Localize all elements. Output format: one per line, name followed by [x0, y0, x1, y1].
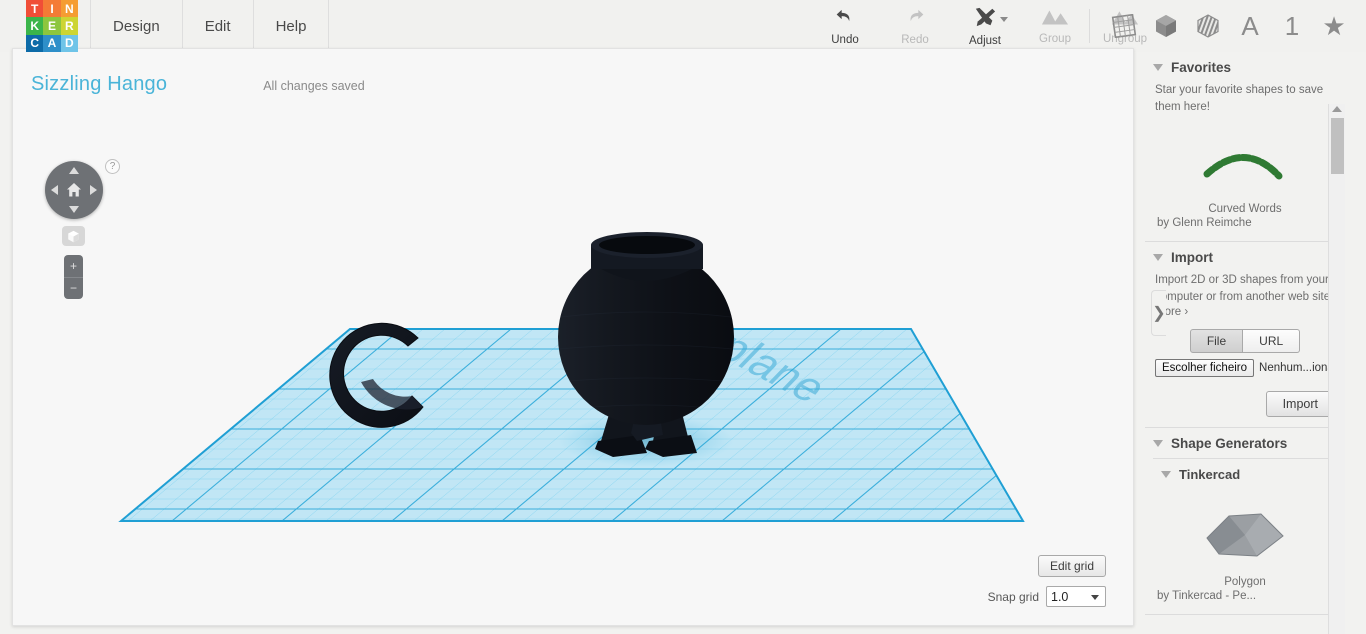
- tinkercad-logo[interactable]: TINKERCAD: [26, 0, 78, 52]
- shape-tools-group: A 1 ★: [1079, 0, 1352, 52]
- section-import-title: Import: [1171, 250, 1213, 266]
- section-import-body: Import 2D or 3D shapes from your compute…: [1145, 272, 1345, 426]
- choose-file-button[interactable]: Escolher ficheiro: [1155, 358, 1255, 377]
- tool-redo-label: Redo: [901, 33, 929, 46]
- main-menu: Design Edit Help: [90, 0, 330, 52]
- logo-tile-n: N: [60, 0, 78, 18]
- section-shape-generators-body: Polygon by Tinkercad - Pe...: [1145, 488, 1345, 614]
- solid-cube-icon[interactable]: [1148, 6, 1184, 46]
- number-one-icon[interactable]: 1: [1274, 6, 1310, 46]
- tool-adjust-button[interactable]: Adjust: [950, 0, 1020, 52]
- hole-cube-icon[interactable]: [1190, 6, 1226, 46]
- polygon-icon: [1206, 513, 1284, 557]
- caret-down-icon[interactable]: [1000, 17, 1008, 22]
- text-letter-a-icon[interactable]: A: [1232, 6, 1268, 46]
- menu-item-design[interactable]: Design: [90, 0, 183, 52]
- panel-collapse-handle[interactable]: ❯: [1151, 290, 1166, 336]
- redo-arrow-icon: [904, 7, 926, 32]
- section-import-header[interactable]: Import: [1145, 242, 1345, 272]
- grid-workplane-icon[interactable]: [1106, 6, 1142, 46]
- menu-item-help[interactable]: Help: [254, 0, 330, 52]
- favorites-shape-name: Curved Words: [1208, 203, 1282, 216]
- generator-shape-item[interactable]: Polygon by Tinkercad - Pe...: [1155, 488, 1335, 604]
- section-shape-generators-title: Shape Generators: [1171, 435, 1288, 451]
- generator-shape-author: by Tinkercad - Pe...: [1157, 589, 1257, 602]
- logo-tile-i: I: [43, 0, 61, 18]
- logo-tile-a: A: [43, 34, 61, 52]
- favorite-star-icon[interactable]: ★: [1316, 6, 1352, 46]
- shapes-panel-region: Favorites Star your favorite shapes to s…: [0, 52, 1345, 634]
- triangle-down-icon: [1153, 254, 1163, 262]
- menu-item-edit[interactable]: Edit: [183, 0, 254, 52]
- section-favorites-body: Star your favorite shapes to save them h…: [1145, 82, 1345, 241]
- logo-tile-e: E: [43, 17, 61, 35]
- file-picker-row: Escolher ficheiro Nenhum...ionado: [1155, 358, 1335, 377]
- triangle-down-icon: [1153, 439, 1163, 447]
- scroll-up-arrow-icon[interactable]: [1332, 106, 1342, 112]
- shapes-panel: Favorites Star your favorite shapes to s…: [1145, 52, 1345, 634]
- import-action-row: Import: [1155, 390, 1335, 417]
- triangle-down-icon: [1153, 64, 1163, 71]
- section-import: Import Import 2D or 3D shapes from your …: [1145, 242, 1345, 428]
- logo-tile-c: C: [26, 34, 44, 52]
- polygon-thumbnail[interactable]: [1155, 502, 1335, 564]
- section-shape-generators: Shape Generators Tinkercad Polygon by Ti…: [1145, 428, 1345, 615]
- undo-arrow-icon: [834, 7, 856, 32]
- panel-scrollbar[interactable]: [1328, 104, 1345, 634]
- section-favorites-header[interactable]: Favorites: [1145, 52, 1345, 82]
- tinkercad-app: TINKERCAD Design Edit Help Undo Redo Adjust G…: [0, 0, 1366, 634]
- generator-shape-name: Polygon: [1224, 575, 1266, 588]
- logo-tile-t: T: [26, 0, 44, 18]
- section-shape-generators-header[interactable]: Shape Generators: [1145, 428, 1345, 458]
- tool-redo-button[interactable]: Redo: [880, 0, 950, 52]
- tool-group-label: Group: [1039, 32, 1071, 45]
- import-tab-file[interactable]: File: [1189, 328, 1244, 353]
- subsection-tinkercad-title: Tinkercad: [1179, 466, 1241, 482]
- import-button[interactable]: Import: [1265, 390, 1335, 417]
- top-toolbar: TINKERCAD Design Edit Help Undo Redo Adjust G…: [0, 0, 1366, 52]
- tool-adjust-label: Adjust: [969, 34, 1001, 47]
- import-description: Import 2D or 3D shapes from your compute…: [1155, 274, 1334, 304]
- curved-words-thumbnail[interactable]: [1155, 129, 1335, 191]
- favorites-shape-author: by Glenn Reimche: [1157, 217, 1252, 230]
- triangle-down-icon: [1161, 470, 1171, 478]
- subsection-tinkercad-header[interactable]: Tinkercad: [1145, 459, 1345, 488]
- tool-undo-button[interactable]: Undo: [810, 0, 880, 52]
- favorites-shape-item[interactable]: Curved Words by Glenn Reimche: [1155, 115, 1335, 231]
- import-tab-url[interactable]: URL: [1243, 328, 1301, 353]
- toolbar-divider: [1089, 9, 1090, 43]
- chosen-file-name: Nenhum...ionado: [1259, 361, 1335, 374]
- group-mountains-icon: [1041, 8, 1069, 31]
- favorites-description: Star your favorite shapes to save them h…: [1155, 84, 1324, 113]
- tool-undo-label: Undo: [831, 33, 859, 46]
- section-favorites: Favorites Star your favorite shapes to s…: [1145, 52, 1345, 243]
- curved-words-icon: [1203, 154, 1283, 180]
- logo-tile-d: D: [60, 34, 78, 52]
- logo-tile-k: K: [26, 17, 44, 35]
- scrollbar-thumb[interactable]: [1331, 118, 1344, 174]
- import-source-toggle: File URL: [1155, 328, 1335, 353]
- section-favorites-title: Favorites: [1171, 60, 1232, 75]
- logo-tile-r: R: [60, 17, 78, 35]
- adjust-tools-icon: [972, 6, 998, 33]
- import-more-link[interactable]: More ›: [1155, 306, 1335, 318]
